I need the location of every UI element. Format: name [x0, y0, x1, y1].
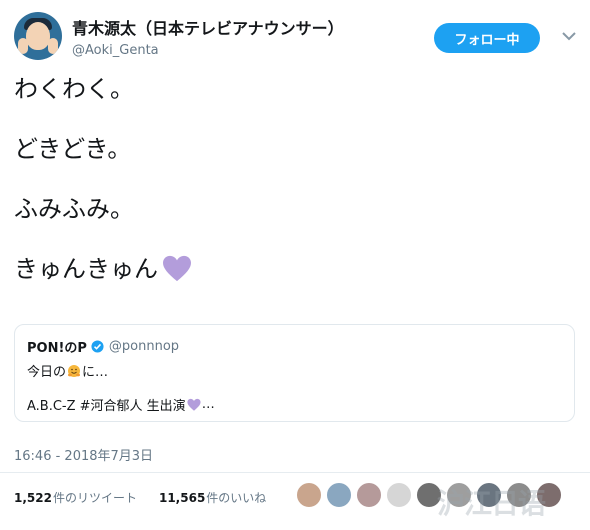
quote-header: PON!のP @ponnnop [27, 337, 179, 356]
hugging-face-icon [68, 364, 81, 377]
retweet-count-number: 1,522 [14, 490, 52, 505]
avatar-hand-left [18, 38, 28, 54]
purple-heart-icon-small [187, 398, 201, 411]
tweet-stats: 1,522 件のリツイート 11,565 件のいいね [14, 489, 266, 506]
liker-avatar[interactable] [296, 482, 322, 508]
watermark: 沪江日语 [437, 487, 546, 520]
quote-text-line-1b: に… [82, 365, 109, 380]
tweet-line-2: どきどき。 [14, 135, 132, 163]
retweet-count[interactable]: 1,522 件のリツイート [14, 489, 137, 506]
quote-author-handle: @ponnnop [108, 339, 180, 354]
chevron-down-icon[interactable] [561, 28, 577, 44]
verified-badge-icon [91, 340, 104, 353]
avatar-hand-right [48, 38, 58, 54]
like-count[interactable]: 11,565 件のいいね [159, 489, 266, 506]
quote-text-line-2: A.B.C-Z #河合郁人 生出演 … [27, 395, 215, 414]
like-count-label: 件のいいね [206, 491, 267, 505]
tweet-line-4: きゅんきゅん [14, 254, 574, 284]
tweet-line-1: わくわく。 [14, 75, 134, 103]
liker-avatar[interactable] [326, 482, 352, 508]
divider [0, 472, 590, 473]
tweet-text: わくわく。 どきどき。 ふみふみ。 きゅんきゅん [14, 74, 574, 284]
user-names: 青木源太（日本テレビアナウンサー） @Aoki_Genta [72, 15, 344, 58]
following-button[interactable]: フォロー中 [434, 23, 540, 53]
tweet-line-3: ふみふみ。 [14, 195, 134, 223]
quoted-tweet[interactable]: PON!のP @ponnnop 今日の に… A.B.C-Z #河合郁人 生出演… [14, 324, 575, 422]
quote-text-line-1a: 今日の [27, 365, 67, 380]
quote-author-name: PON!のP [27, 341, 87, 356]
user-handle[interactable]: @Aoki_Genta [72, 43, 344, 58]
retweet-count-label: 件のリツイート [52, 491, 137, 505]
quote-text-line-2-tail: … [201, 397, 215, 412]
avatar-face [26, 22, 50, 50]
tweet-timestamp[interactable]: 16:46 - 2018年7月3日 [14, 445, 153, 464]
like-count-number: 11,565 [158, 490, 206, 505]
quote-text-line-1: 今日の に… [27, 361, 108, 380]
tweet-header: 青木源太（日本テレビアナウンサー） @Aoki_Genta フォロー中 [14, 12, 576, 62]
quote-text-line-2a: A.B.C-Z #河合郁人 生出演 [27, 399, 186, 414]
tweet-line-4-text: きゅんきゅん [14, 255, 158, 283]
avatar[interactable] [14, 12, 62, 60]
display-name[interactable]: 青木源太（日本テレビアナウンサー） [72, 15, 344, 39]
liker-avatar[interactable] [356, 482, 382, 508]
liker-avatar[interactable] [386, 482, 412, 508]
purple-heart-icon [163, 255, 191, 282]
